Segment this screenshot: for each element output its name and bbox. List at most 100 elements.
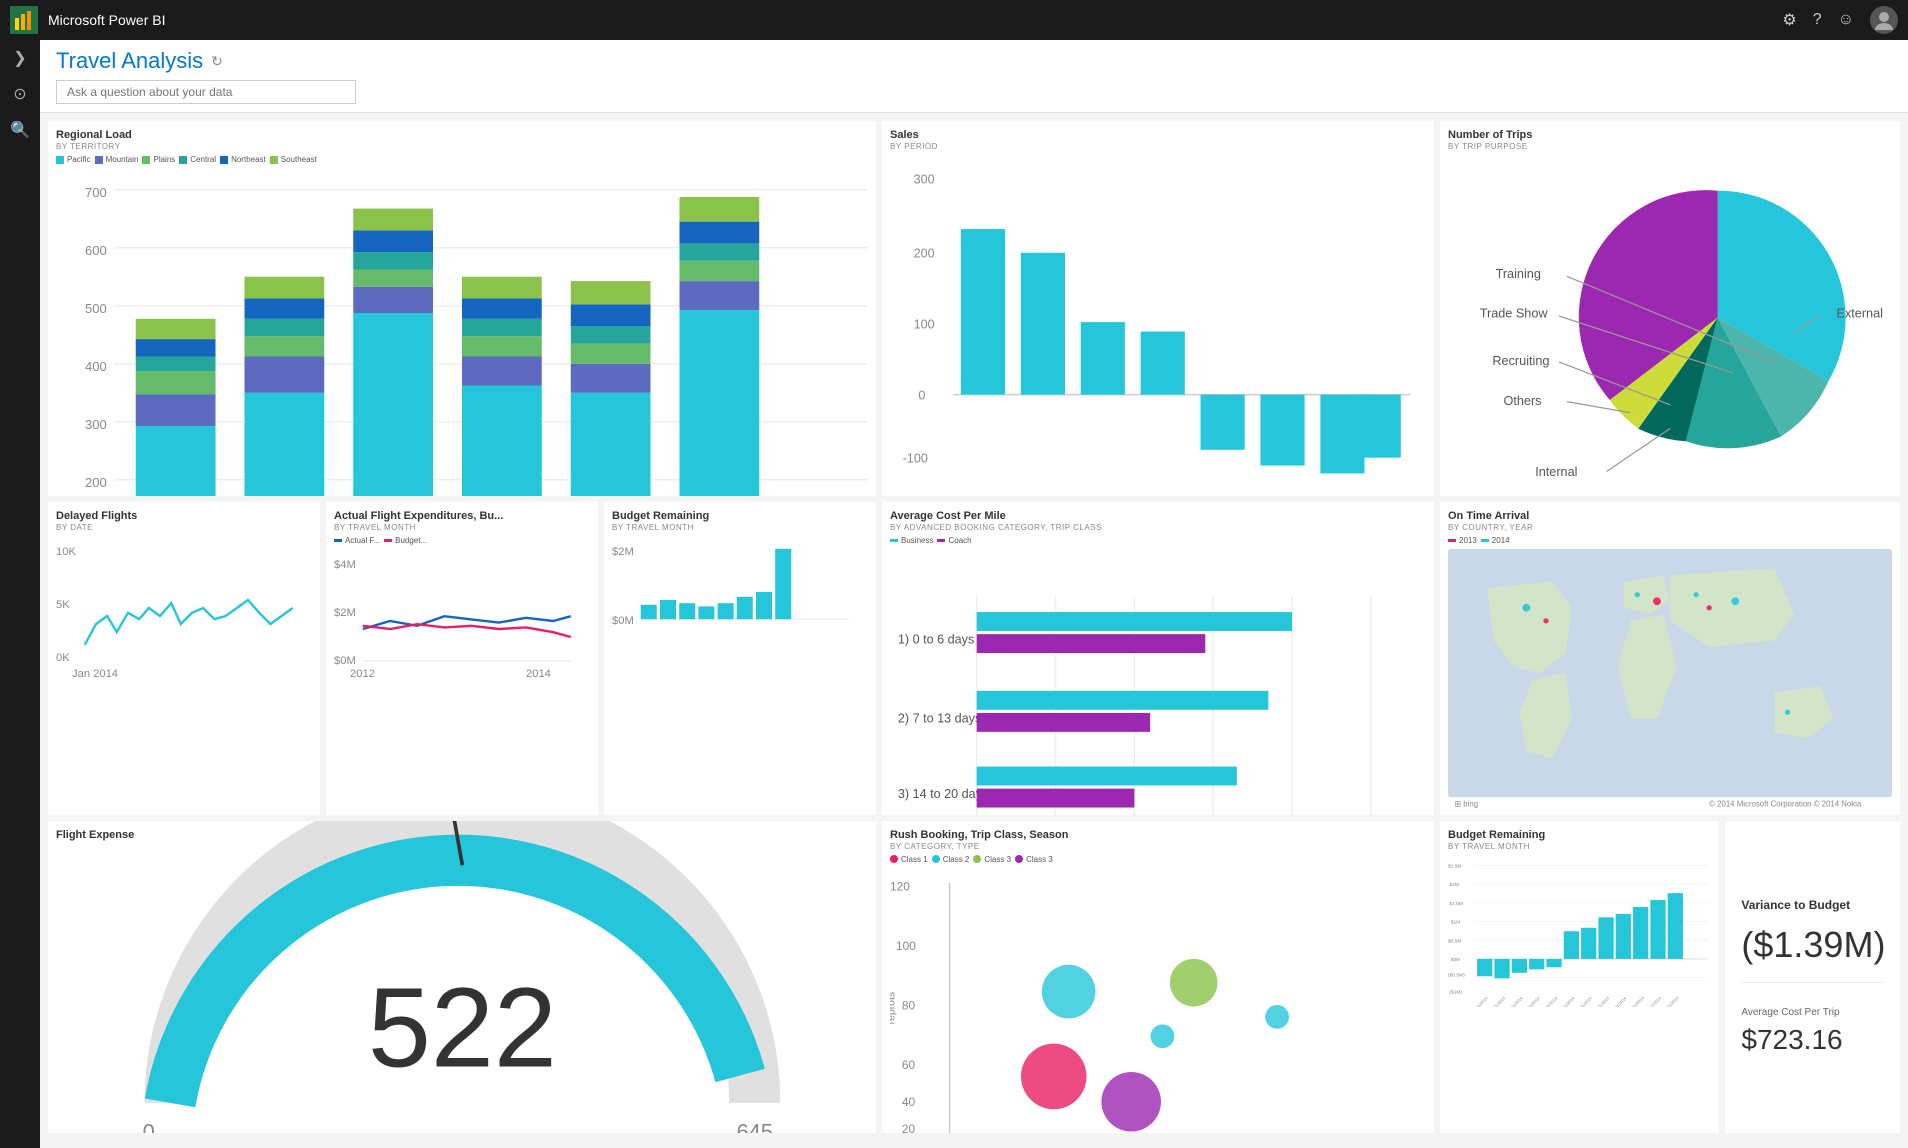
avg-cost-value: $723.16 [1741, 1024, 1884, 1056]
svg-text:300: 300 [85, 417, 107, 432]
row2-small-cards: Delayed Flights BY DATE 10K 5K 0K Jan 20… [48, 502, 876, 815]
sales-card: Sales BY PERIOD 300 200 100 0 -100 -200 … [882, 121, 1434, 496]
svg-text:4/1/2014: 4/1/2014 [1526, 995, 1541, 1007]
svg-text:0: 0 [918, 388, 925, 402]
sales-title: Sales [890, 129, 1426, 141]
main-content: Travel Analysis ↻ Regional Load BY TERRI… [40, 40, 1908, 1148]
svg-text:60: 60 [902, 1057, 916, 1071]
svg-text:0K: 0K [56, 652, 70, 664]
trips-title: Number of Trips [1448, 129, 1892, 141]
flight-expense-card: Flight Expense 0 645 345 522 [48, 821, 876, 1134]
bookmark-icon[interactable]: ⊙ [13, 84, 26, 104]
dashboard: Regional Load BY TERRITORY Pacific Mount… [40, 113, 1908, 1141]
regional-subtitle: BY TERRITORY [56, 142, 868, 151]
user-icon[interactable]: ☺ [1838, 11, 1854, 29]
topbar-icons: ⚙ ? ☺ [1782, 6, 1898, 34]
regional-title: Regional Load [56, 129, 868, 141]
app-name: Microsoft Power BI [48, 12, 165, 28]
budget-rem-subtitle: BY TRAVEL MONTH [1448, 842, 1711, 851]
expand-icon[interactable]: ❯ [13, 48, 26, 68]
svg-text:($0.5M): ($0.5M) [1448, 972, 1465, 978]
sales-subtitle: BY PERIOD [890, 142, 1426, 151]
svg-text:600: 600 [85, 243, 107, 258]
svg-text:Internal: Internal [1535, 465, 1577, 476]
regional-chart: 700 600 500 400 300 200 100 0 [56, 168, 868, 496]
svg-text:80: 80 [902, 998, 916, 1012]
page-header: Travel Analysis ↻ [40, 40, 1908, 113]
svg-text:© 2014 Microsoft Corporation ©: © 2014 Microsoft Corporation © 2014 Noki… [1709, 799, 1862, 808]
budget-rem-title: Budget Remaining [1448, 829, 1711, 841]
avg-cost-card: Average Cost Per Mile BY ADVANCED BOOKIN… [882, 502, 1434, 815]
help-icon[interactable]: ? [1813, 11, 1822, 29]
sales-chart: 300 200 100 0 -100 -200 Q4 12 Q1 13 Q2 1… [890, 155, 1426, 496]
svg-text:9/1/2014: 9/1/2014 [1613, 995, 1628, 1007]
svg-text:$2M: $2M [334, 607, 356, 619]
svg-text:5/1/2014: 5/1/2014 [1543, 995, 1558, 1007]
svg-text:$2M: $2M [1449, 882, 1458, 888]
topbar: Microsoft Power BI ⚙ ? ☺ [0, 0, 1908, 40]
svg-text:11/1/2014: 11/1/2014 [1646, 995, 1663, 1007]
qa-input[interactable] [56, 80, 356, 104]
svg-text:$0.5M: $0.5M [1448, 938, 1461, 944]
avatar[interactable] [1870, 6, 1898, 34]
svg-text:120: 120 [890, 879, 910, 893]
ontime-subtitle: BY COUNTRY, YEAR [1448, 523, 1892, 532]
rush-chart: 120 100 80 60 40 20 0 20 30 40 50 60 70 … [890, 868, 1426, 1134]
svg-text:Training: Training [1496, 267, 1541, 281]
gauge-chart: 0 645 345 522 [97, 821, 828, 1134]
avg-cost-title: Average Cost Per Mile [890, 510, 1426, 522]
refresh-icon[interactable]: ↻ [211, 53, 223, 70]
svg-text:$0M: $0M [612, 615, 634, 627]
rush-subtitle: BY CATEGORY, TYPE [890, 842, 1426, 851]
svg-text:Jan 2014: Jan 2014 [72, 668, 118, 680]
svg-text:522: 522 [368, 964, 557, 1091]
svg-text:2014: 2014 [526, 668, 551, 677]
svg-text:10K: 10K [56, 546, 76, 558]
svg-text:Recruiting: Recruiting [1492, 354, 1549, 368]
svg-text:-100: -100 [903, 451, 928, 465]
budget-remaining-card: Budget Remaining BY TRAVEL MONTH $2.5M $… [1440, 821, 1719, 1134]
actual-exp-title: Actual Flight Expenditures, Bu... [334, 510, 590, 522]
svg-text:$0M: $0M [1451, 957, 1460, 963]
svg-text:5K: 5K [56, 599, 70, 611]
budget-rem-chart: $2.5M $2M $1.5M $1M $0.5M $0M ($0.5M) ($… [1448, 855, 1711, 1007]
variance-title: Variance to Budget [1741, 898, 1884, 912]
delayed-subtitle: BY DATE [56, 523, 312, 532]
svg-text:8/1/2014: 8/1/2014 [1595, 995, 1610, 1007]
svg-text:0: 0 [142, 1119, 154, 1133]
budget-rem-small-card: Budget Remaining BY TRAVEL MONTH $2M $0M [604, 502, 876, 815]
avg-cost-subtitle: BY ADVANCED BOOKING CATEGORY, TRIP CLASS [890, 523, 1426, 532]
svg-text:3) 14 to 20 days: 3) 14 to 20 days [898, 787, 988, 801]
svg-text:100: 100 [896, 938, 916, 952]
budget-rem-small-subtitle: BY TRAVEL MONTH [612, 523, 868, 532]
svg-text:2012: 2012 [350, 668, 375, 677]
budget-rem-small-title: Budget Remaining [612, 510, 868, 522]
page-title: Travel Analysis [56, 48, 203, 74]
svg-text:External: External [1836, 307, 1883, 321]
svg-text:40: 40 [902, 1095, 916, 1109]
svg-text:$2.5M: $2.5M [1448, 863, 1461, 869]
svg-text:6/1/2014: 6/1/2014 [1561, 995, 1576, 1007]
svg-text:12/1/2014: 12/1/2014 [1663, 995, 1680, 1007]
budget-rem-small-chart: $2M $0M [612, 536, 868, 664]
svg-text:3/1/2014: 3/1/2014 [1509, 995, 1524, 1007]
svg-text:645: 645 [736, 1119, 773, 1133]
trips-subtitle: BY TRIP PURPOSE [1448, 142, 1892, 151]
ontime-map: ⊞ bing © 2014 Microsoft Corporation © 20… [1448, 549, 1892, 810]
svg-text:200: 200 [85, 475, 107, 490]
powerbi-logo [10, 6, 38, 34]
delayed-chart: 10K 5K 0K Jan 2014 [56, 536, 312, 680]
rush-booking-card: Rush Booking, Trip Class, Season BY CATE… [882, 821, 1434, 1134]
sidebar: ❯ ⊙ 🔍 [0, 40, 40, 1148]
delayed-flights-card: Delayed Flights BY DATE 10K 5K 0K Jan 20… [48, 502, 320, 815]
svg-text:($1M): ($1M) [1449, 989, 1462, 995]
search-icon[interactable]: 🔍 [10, 120, 30, 140]
settings-icon[interactable]: ⚙ [1782, 10, 1796, 30]
variance-card: Variance to Budget ($1.39M) Average Cost… [1725, 821, 1900, 1134]
row3-right-cards: Budget Remaining BY TRAVEL MONTH $2.5M $… [1440, 821, 1900, 1134]
actual-exp-card: Actual Flight Expenditures, Bu... BY TRA… [326, 502, 598, 815]
svg-text:7/1/2014: 7/1/2014 [1578, 995, 1593, 1007]
ontime-card: On Time Arrival BY COUNTRY, YEAR 2013 20… [1440, 502, 1900, 815]
svg-text:$1.5M: $1.5M [1449, 900, 1462, 906]
svg-text:$4M: $4M [334, 559, 356, 571]
